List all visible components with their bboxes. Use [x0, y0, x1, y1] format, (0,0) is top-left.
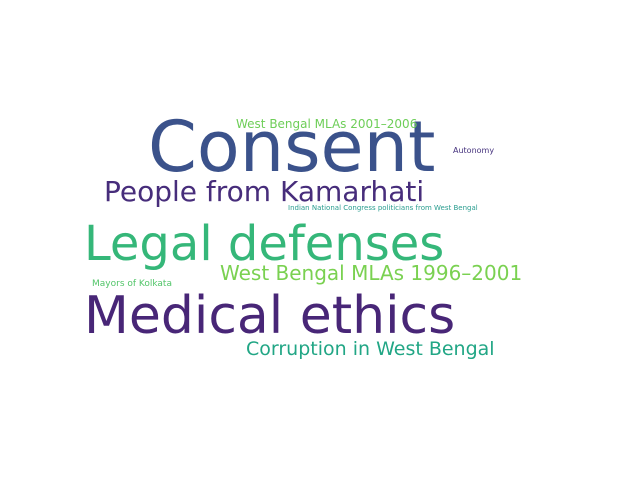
word-west-bengal-mlas-2001-2006: West Bengal MLAs 2001–2006	[236, 117, 418, 131]
word-autonomy: Autonomy	[453, 146, 495, 155]
word-people-from-kamarhati: People from Kamarhati	[104, 175, 425, 208]
word-corruption-in-west-bengal: Corruption in West Bengal	[246, 338, 495, 360]
word-inc-politicians-west-bengal: Indian National Congress politicians fro…	[288, 204, 478, 212]
word-cloud: Consent Legal defenses Medical ethics Pe…	[0, 0, 640, 480]
word-west-bengal-mlas-1996-2001: West Bengal MLAs 1996–2001	[220, 261, 523, 285]
word-medical-ethics: Medical ethics	[84, 286, 456, 346]
word-mayors-of-kolkata: Mayors of Kolkata	[92, 279, 172, 289]
